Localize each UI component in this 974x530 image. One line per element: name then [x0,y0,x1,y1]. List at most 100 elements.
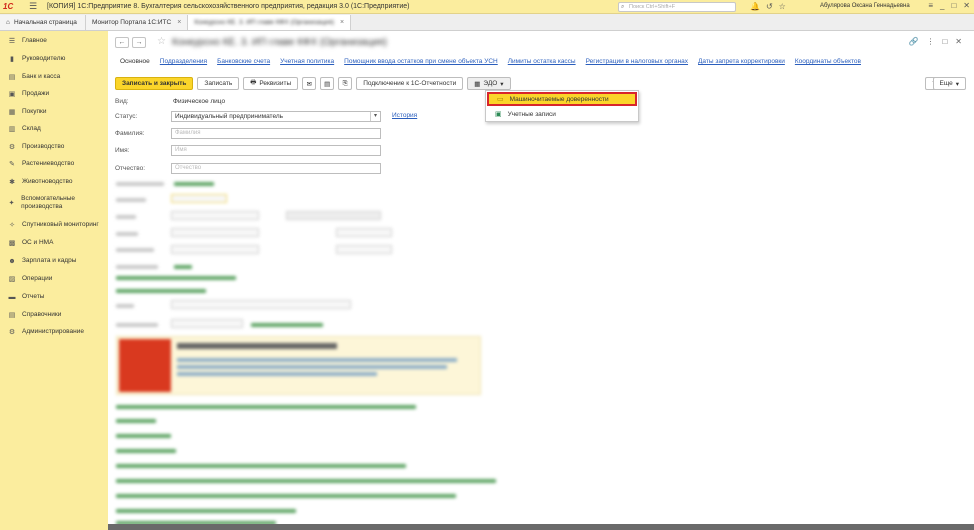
people-icon: ☻ [8,257,16,265]
blurred-field [171,245,259,254]
reports-icon: ▬ [8,293,16,301]
sidebar-item-assets[interactable]: ▩ ОС и НМА [8,239,108,247]
sidebar: ☰ Главное ▮ Руководителю ▤ Банк и касса ▣ Пр… [0,31,108,530]
history-icon[interactable]: ↺ [766,2,773,11]
lastname-input[interactable]: Фамилия [171,128,381,139]
link-icon[interactable]: 🔗 [908,37,918,46]
favorite-star-icon[interactable]: ☆ [157,36,166,47]
section-bank-accounts[interactable]: Банковские счета [217,58,270,65]
sidebar-item-plants[interactable]: ✎ Растениеводство [8,160,108,168]
menu-item-accounts[interactable]: ▣ Учетные записи [487,107,637,121]
connect-1c-reporting-button[interactable]: Подключение к 1С-Отчетности [356,77,464,90]
email-button[interactable]: ✉ [302,77,317,90]
type-value: Физическое лицо [173,98,226,105]
sidebar-item-main[interactable]: ☰ Главное [8,37,108,45]
chevron-down-icon[interactable]: ▾ [370,112,380,121]
section-tax-registrations[interactable]: Регистрации в налоговых органах [586,58,688,65]
close-form-icon[interactable]: ✕ [955,37,962,46]
title-bar: 1С ☰ [КОПИЯ] 1С:Предприятие 8. Бухгалтер… [0,0,974,14]
status-select[interactable]: Индивидуальный предприниматель ▾ [171,111,381,122]
tab-organization[interactable]: Конкурсно КЕ. 3. ИП главе КФХ (Организац… [188,15,352,30]
settings-icon[interactable]: ≡ [928,1,933,10]
blurred-link [116,405,416,409]
factory-icon: ⚙ [8,144,16,151]
close-tab-icon[interactable]: × [340,19,344,26]
sidebar-item-sales[interactable]: ▣ Продажи [8,90,108,98]
history-link[interactable]: История [392,112,417,119]
save-and-close-button[interactable]: Записать и закрыть [115,77,194,90]
more-button[interactable]: Еще ▾ [932,77,966,90]
section-main[interactable]: Основное [120,58,150,65]
close-tab-icon[interactable]: × [177,19,181,26]
save-button[interactable]: Записать [197,77,240,90]
warehouse-icon: ▥ [8,126,16,133]
document-button[interactable]: ▤ [320,77,335,90]
tab-portal-monitor[interactable]: Монитор Портала 1С:ИТС × [86,15,189,30]
blurred-field [336,228,392,237]
edo-dropdown-button[interactable]: ▦ ЭДО ▾ [467,77,511,90]
sidebar-item-label: ОС и НМА [22,239,54,246]
sidebar-item-manager[interactable]: ▮ Руководителю [8,55,108,63]
envelope-icon: ✉ [306,80,312,88]
global-search-input[interactable]: ⌕ Поиск Ctrl+Shift+F [618,2,736,12]
minimize-icon[interactable]: _ [940,1,944,10]
menu-item-label: Машиночитаемые доверенности [509,95,609,103]
firstname-input[interactable]: Имя [171,145,381,156]
bottom-strip [108,524,974,530]
close-icon[interactable]: ✕ [963,1,970,10]
sidebar-item-label: Руководителю [22,55,66,62]
current-user[interactable]: Абулярова Оксана Геннадьевна [820,3,910,9]
sidebar-item-satellite[interactable]: ✧ Спутниковый мониторинг [8,221,108,229]
sidebar-item-catalogs[interactable]: ▤ Справочники [8,311,108,319]
animal-icon: ✱ [9,179,15,186]
notifications-icon[interactable]: 🔔 [750,2,760,11]
blurred-link [116,449,176,453]
tab-home[interactable]: ⌂ Начальная страница [0,15,86,30]
restore-icon[interactable]: □ [942,37,947,46]
main-content: ← → ☆ Конкурсно КЕ. 3. ИП главе КФХ (Орг… [108,31,974,530]
sidebar-item-label: Производство [22,143,65,150]
details-label: Реквизиты [259,80,292,87]
sidebar-item-label: Вспомогательные производства [21,195,76,210]
app-logo: 1С [3,1,14,11]
forward-button[interactable]: → [132,37,146,48]
sidebar-item-admin[interactable]: ⚙ Администрирование [8,328,108,336]
menu-item-machine-readable-poa[interactable]: ▭ Машиночитаемые доверенности [487,92,637,106]
section-edit-lock-dates[interactable]: Даты запрета корректировки [698,58,785,65]
sidebar-item-operations[interactable]: ▨ Операции [8,275,108,283]
blurred-link [116,479,496,483]
sidebar-item-salary[interactable]: ☻ Зарплата и кадры [8,257,108,265]
blurred-link [116,434,171,438]
sidebar-item-auxiliary[interactable]: ✦ Вспомогательные производства [8,195,108,211]
maximize-icon[interactable]: □ [951,1,956,10]
sidebar-item-purchases[interactable]: ▦ Покупки [8,108,108,116]
details-button[interactable]: 🖶 Реквизиты [243,77,299,90]
sidebar-item-warehouse[interactable]: ▥ Склад [8,125,108,133]
main-menu-icon[interactable]: ☰ [29,1,39,12]
sidebar-item-reports[interactable]: ▬ Отчеты [8,293,108,301]
sidebar-item-label: Банк и касса [22,73,61,80]
sidebar-item-label: Зарплата и кадры [22,257,77,264]
favorites-icon[interactable]: ☆ [779,2,786,11]
gear-icon: ⚙ [8,329,16,336]
bank-icon [119,339,171,392]
back-button[interactable]: ← [115,37,129,48]
sidebar-item-bank[interactable]: ▤ Банк и касса [8,73,108,81]
sidebar-item-label: Спутниковый мониторинг [22,221,99,228]
section-object-coordinates[interactable]: Координаты объектов [795,58,861,65]
attach-button[interactable]: ⎘ [338,77,353,90]
document-icon: ▭ [497,96,504,103]
blurred-field [171,228,259,237]
chevron-down-icon: ▾ [500,80,504,88]
sidebar-item-livestock[interactable]: ✱ Животноводство [8,178,108,186]
section-balance-wizard[interactable]: Помощник ввода остатков при смене объект… [344,58,498,65]
chevron-down-icon: ▾ [955,80,959,88]
section-cash-limits[interactable]: Лимиты остатка кассы [508,58,576,65]
blurred-link [116,289,206,293]
chart-icon: ▮ [10,56,14,63]
section-accounting-policy[interactable]: Учетная политика [280,58,334,65]
section-departments[interactable]: Подразделения [160,58,207,65]
middlename-input[interactable]: Отчество [171,163,381,174]
more-vertical-icon[interactable]: ⋮ [926,37,934,46]
sidebar-item-production[interactable]: ⚙ Производство [8,143,108,151]
